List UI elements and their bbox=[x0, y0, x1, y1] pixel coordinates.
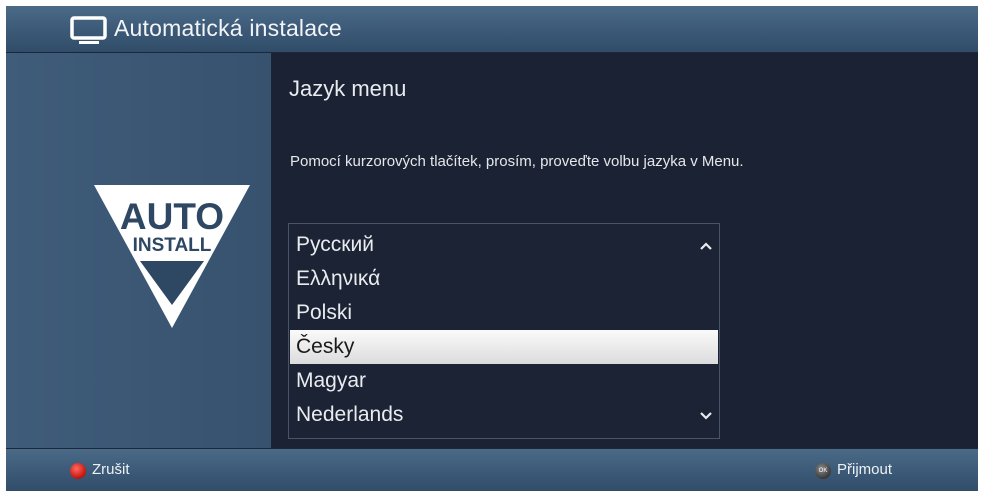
red-button-icon[interactable] bbox=[70, 463, 86, 479]
list-item-dutch[interactable]: Nederlands bbox=[290, 398, 718, 432]
language-list[interactable]: Русский Ελληνικά Polski Česky Magyar Ned… bbox=[288, 223, 720, 439]
title-bar: Automatická instalace bbox=[6, 6, 978, 53]
side-panel: AUTO INSTALL bbox=[6, 53, 271, 448]
list-item-russian[interactable]: Русский bbox=[290, 228, 718, 262]
main-content: Jazyk menu Pomocí kurzorových tlačítek, … bbox=[272, 53, 978, 448]
section-title: Jazyk menu bbox=[289, 76, 407, 101]
scroll-up-icon[interactable] bbox=[699, 241, 713, 251]
ok-button-icon[interactable]: OK bbox=[815, 463, 831, 479]
list-item-polish[interactable]: Polski bbox=[290, 296, 718, 330]
tv-icon bbox=[70, 16, 107, 44]
cancel-label[interactable]: Zrušit bbox=[92, 461, 130, 478]
accept-label[interactable]: Přijmout bbox=[837, 461, 892, 478]
list-item-hungarian[interactable]: Magyar bbox=[290, 364, 718, 398]
list-item-czech-selected[interactable]: Česky bbox=[290, 330, 718, 364]
footer-bar: Zrušit OK Přijmout bbox=[6, 448, 978, 491]
scroll-down-icon[interactable] bbox=[699, 411, 713, 421]
instruction-text: Pomocí kurzorových tlačítek, prosím, pro… bbox=[290, 153, 744, 170]
logo-line-auto: AUTO bbox=[120, 196, 224, 237]
auto-install-logo: AUTO INSTALL bbox=[94, 185, 250, 328]
screen: Automatická instalace AUTO INSTALL Jazyk… bbox=[6, 6, 978, 491]
list-item-greek[interactable]: Ελληνικά bbox=[290, 262, 718, 296]
window-title: Automatická instalace bbox=[114, 15, 342, 41]
logo-line-install: INSTALL bbox=[133, 235, 212, 256]
